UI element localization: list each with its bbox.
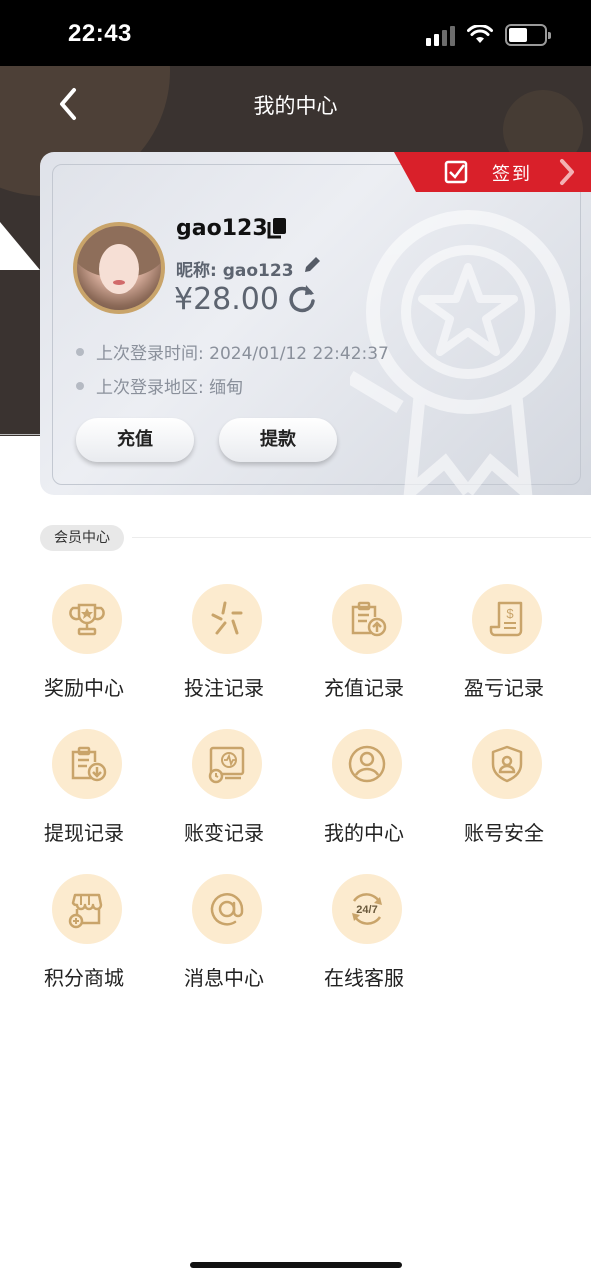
menu-bet-record[interactable]: 投注记录 (180, 584, 320, 719)
menu-label: 在线客服 (324, 966, 404, 990)
section-divider (132, 537, 591, 538)
home-indicator (190, 1262, 402, 1268)
menu-label: 我的中心 (324, 821, 404, 845)
status-bar: 22:43 (0, 0, 591, 66)
account-change-icon (208, 746, 245, 784)
menu-label: 消息中心 (184, 966, 264, 990)
nickname: 昵称: gao123 (176, 261, 294, 281)
menu-online-support[interactable]: 24/7 在线客服 (320, 874, 460, 1009)
at-icon (210, 893, 244, 926)
menu-points-mall[interactable]: 积分商城 (40, 874, 180, 1009)
divider (0, 434, 40, 435)
trophy-icon (69, 603, 105, 636)
last-login-time: 上次登录时间: 2024/01/12 22:42:37 (76, 339, 389, 364)
battery-icon (505, 24, 551, 46)
signin-label: 签到 (492, 164, 532, 185)
balance: ¥28.00 (174, 282, 279, 317)
refresh-icon[interactable] (286, 282, 318, 314)
status-icons (426, 22, 551, 48)
cellular-signal-icon (426, 24, 455, 46)
support-24-7-icon: 24/7 (352, 893, 382, 925)
menu-reward-center[interactable]: 奖励中心 (40, 584, 180, 719)
menu-account-change-record[interactable]: 账变记录 (180, 729, 320, 864)
edit-icon[interactable] (301, 254, 323, 276)
bet-record-icon (211, 601, 243, 635)
svg-text:$: $ (506, 606, 514, 621)
menu-recharge-record[interactable]: 充值记录 (320, 584, 460, 719)
menu-my-center[interactable]: 我的中心 (320, 729, 460, 864)
menu-label: 账号安全 (464, 821, 544, 845)
shield-user-icon (491, 745, 523, 783)
menu-label: 充值记录 (324, 676, 404, 700)
svg-text:24/7: 24/7 (356, 904, 377, 916)
status-time: 22:43 (68, 20, 132, 47)
profit-loss-icon: $ (489, 601, 523, 637)
copy-icon[interactable] (266, 216, 288, 240)
recharge-record-icon (351, 601, 387, 637)
withdraw-record-icon (71, 746, 107, 782)
menu-label: 盈亏记录 (464, 676, 544, 700)
shop-icon (68, 893, 103, 929)
recharge-button[interactable]: 充值 (76, 418, 194, 462)
menu-message-center[interactable]: 消息中心 (180, 874, 320, 1009)
last-login-region: 上次登录地区: 缅甸 (76, 373, 243, 398)
menu-account-security[interactable]: 账号安全 (460, 729, 591, 864)
page-title: 我的中心 (253, 94, 338, 118)
menu-withdraw-record[interactable]: 提现记录 (40, 729, 180, 864)
menu-label: 奖励中心 (44, 676, 124, 700)
wifi-icon (467, 25, 493, 43)
avatar[interactable] (73, 222, 165, 314)
menu-label: 投注记录 (184, 676, 264, 700)
menu-label: 提现记录 (44, 821, 124, 845)
header-wedge-decor (0, 222, 40, 270)
menu-label: 账变记录 (184, 821, 264, 845)
menu-label: 积分商城 (44, 966, 124, 990)
username: gao123 (176, 216, 268, 241)
withdraw-button[interactable]: 提款 (219, 418, 337, 462)
section-title: 会员中心 (40, 525, 124, 551)
user-icon (348, 745, 386, 783)
menu-profit-loss-record[interactable]: $ 盈亏记录 (460, 584, 591, 719)
